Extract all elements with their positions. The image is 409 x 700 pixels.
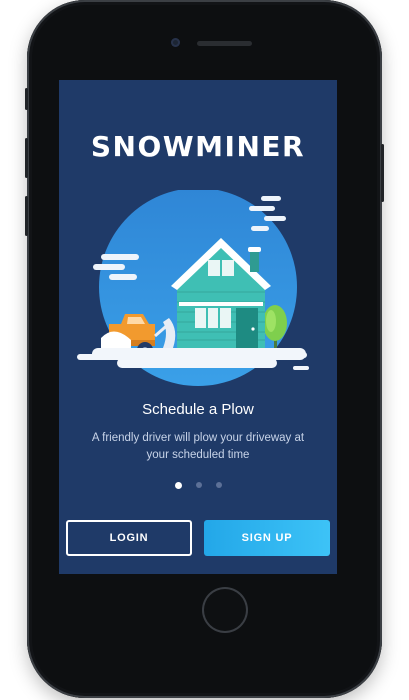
- volume-up-button: [25, 138, 28, 178]
- home-button[interactable]: [202, 587, 248, 633]
- earpiece-speaker: [197, 41, 252, 46]
- page-dot-1[interactable]: [174, 481, 182, 489]
- power-button: [381, 144, 384, 202]
- onboarding-description: A friendly driver will plow your drivewa…: [91, 432, 305, 461]
- page-dot-2[interactable]: [195, 482, 202, 488]
- front-camera: [171, 38, 180, 47]
- volume-down-button: [25, 196, 28, 236]
- login-button[interactable]: LOGIN: [66, 520, 192, 556]
- onboarding-headline: Schedule a Plow: [142, 401, 254, 418]
- mute-switch: [25, 88, 28, 110]
- sign-up-button[interactable]: SIGN UP: [204, 520, 330, 556]
- onboarding-illustration: [77, 190, 309, 386]
- snow-ground: [77, 348, 309, 370]
- page-indicator: [59, 481, 337, 489]
- onboarding-screen: SNOWMINER Schedule a Plow A friendly dri…: [59, 80, 337, 574]
- page-dot-3[interactable]: [215, 482, 222, 488]
- app-logo: SNOWMINER: [90, 130, 306, 163]
